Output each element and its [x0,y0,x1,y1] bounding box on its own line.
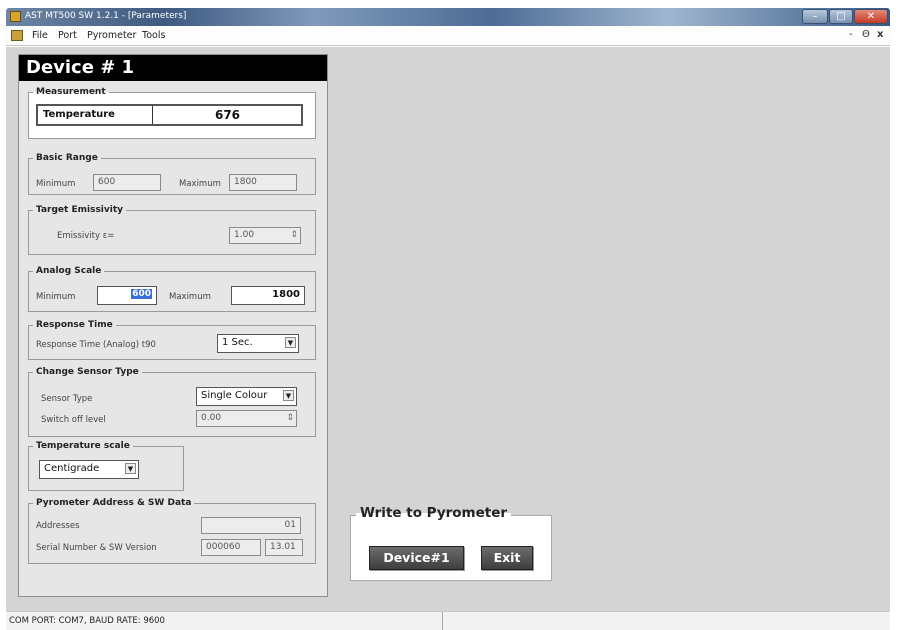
measurement-label: Temperature [38,106,153,124]
device-panel: Device # 1 Measurement Temperature 676 B… [18,54,328,597]
analog-max-label: Maximum [169,292,211,302]
emissivity-spinner[interactable]: 1.00 ⇕ [229,227,301,244]
serial-label: Serial Number & SW Version [36,543,157,553]
temperature-scale-legend: Temperature scale [36,441,130,451]
write-to-pyrometer-group: Write to Pyrometer Device#1 Exit [350,505,552,581]
menu-port[interactable]: Port [58,30,77,41]
response-time-select[interactable]: 1 Sec. ▼ [217,334,299,353]
close-button[interactable]: ✕ [854,9,888,24]
mdi-minimize-button[interactable]: - [849,29,853,40]
analog-scale-legend: Analog Scale [36,266,102,276]
spinner-arrows-icon[interactable]: ⇕ [290,230,298,241]
chevron-down-icon[interactable]: ▼ [285,337,296,348]
address-legend: Pyrometer Address & SW Data [36,498,192,508]
status-text: COM PORT: COM7, BAUD RATE: 9600 [9,616,165,626]
sw-version-field: 13.01 [265,539,303,556]
status-separator [442,612,443,630]
basic-range-min-label: Minimum [36,179,76,189]
chevron-down-icon[interactable]: ▼ [125,463,136,474]
switch-off-label: Switch off level [41,415,106,425]
client-area: Device # 1 Measurement Temperature 676 B… [6,47,890,611]
device-header: Device # 1 [19,55,327,81]
document-icon[interactable] [11,30,23,41]
basic-range-max-field: 1800 [229,174,297,191]
measurement-row: Temperature 676 [36,104,303,126]
response-time-legend: Response Time [36,320,113,330]
serial-number-field: 000060 [201,539,261,556]
analog-min-label: Minimum [36,292,76,302]
sensor-type-label: Sensor Type [41,394,93,404]
analog-min-input[interactable]: 600 [97,286,157,305]
temperature-scale-select[interactable]: Centigrade ▼ [39,460,139,479]
spinner-arrows-icon[interactable]: ⇕ [286,413,294,424]
emissivity-label: Emissivity ε= [57,231,115,241]
title-bar: AST MT500 SW 1.2.1 - [Parameters] – □ ✕ [6,8,890,26]
switch-off-spinner[interactable]: 0.00 ⇕ [196,410,297,427]
basic-range-max-label: Maximum [179,179,221,189]
switch-off-value: 0.00 [201,413,222,423]
app-icon[interactable] [10,11,21,22]
write-to-pyrometer-title: Write to Pyrometer [356,505,512,521]
analog-min-value: 600 [131,289,152,299]
chevron-down-icon[interactable]: ▼ [283,390,294,401]
analog-max-input[interactable]: 1800 [231,286,305,305]
measurement-value: 676 [214,108,241,122]
device1-button[interactable]: Device#1 [369,546,464,570]
minimize-button[interactable]: – [802,9,828,24]
emissivity-value: 1.00 [234,230,255,240]
window-title: AST MT500 SW 1.2.1 - [Parameters] [25,11,187,21]
menu-file[interactable]: File [32,30,48,41]
maximize-button[interactable]: □ [829,9,853,24]
addresses-label: Addresses [36,521,80,531]
response-time-label: Response Time (Analog) t90 [36,340,156,350]
mdi-restore-button[interactable]: Θ [862,29,870,40]
basic-range-legend: Basic Range [36,153,98,163]
addresses-field: 01 [201,517,301,534]
menu-tools[interactable]: Tools [142,30,165,41]
temperature-scale-value: Centigrade [44,463,100,474]
exit-button[interactable]: Exit [481,546,533,570]
mdi-close-button[interactable]: x [877,29,883,40]
menu-bar: File Port Pyrometer Tools - Θ x [6,26,890,46]
response-time-value: 1 Sec. [222,337,253,348]
sensor-type-select[interactable]: Single Colour ▼ [196,387,297,406]
sensor-type-legend: Change Sensor Type [36,367,139,377]
basic-range-min-field: 600 [93,174,161,191]
sensor-type-value: Single Colour [201,390,268,401]
emissivity-legend: Target Emissivity [36,205,124,215]
status-bar: COM PORT: COM7, BAUD RATE: 9600 [6,611,890,630]
menu-pyrometer[interactable]: Pyrometer [87,30,136,41]
